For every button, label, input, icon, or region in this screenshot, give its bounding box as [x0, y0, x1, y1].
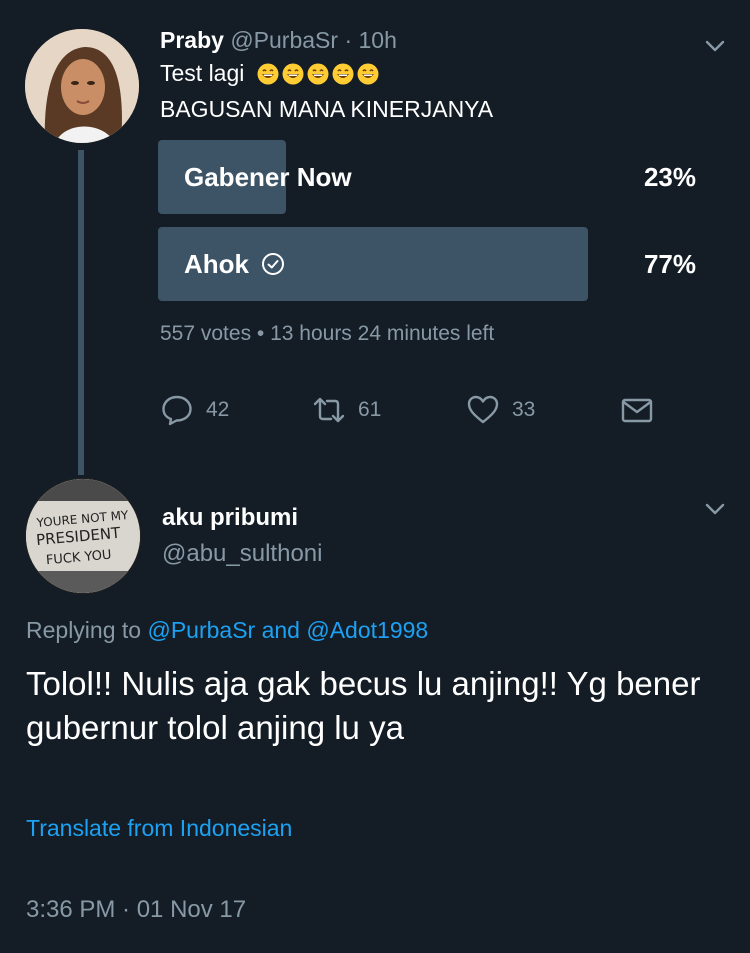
- reply-text: Tolol!! Nulis aja gak becus lu anjing!! …: [26, 665, 701, 746]
- reply-count: 42: [206, 398, 230, 421]
- separator: ·: [344, 27, 353, 53]
- poll-option-percent: 77%: [643, 249, 696, 279]
- reply-author-name[interactable]: aku pribumi: [162, 504, 298, 532]
- chevron-down-icon[interactable]: [703, 34, 727, 58]
- heart-icon: [467, 395, 499, 424]
- reply-author-handle[interactable]: @abu_sulthoni: [162, 540, 322, 568]
- reply-button[interactable]: 42: [160, 393, 229, 427]
- envelope-icon: [621, 398, 653, 423]
- like-button[interactable]: 33: [466, 393, 535, 427]
- retweet-button[interactable]: 61: [312, 393, 381, 427]
- poll-option-label: Gabener Now: [184, 162, 352, 192]
- author-handle[interactable]: @PurbaSr: [230, 27, 338, 53]
- replying-prefix: Replying to: [26, 617, 142, 643]
- reply-icon: [162, 395, 192, 426]
- direct-message-button[interactable]: [620, 393, 654, 427]
- replying-and: and: [261, 617, 300, 643]
- translate-link[interactable]: Translate from Indonesian: [26, 815, 292, 842]
- tweet-text-line1: Test lagi: [160, 60, 379, 87]
- check-circle-icon: [262, 253, 284, 275]
- poll-option-gabener-now[interactable]: Gabener Now 23%: [158, 140, 716, 214]
- chevron-down-icon[interactable]: [703, 497, 727, 521]
- grinning-emoji-icon: [282, 63, 304, 85]
- grinning-emoji-icon: [307, 63, 329, 85]
- tweet-time[interactable]: 10h: [359, 27, 397, 53]
- retweet-icon: [313, 397, 345, 423]
- author-name[interactable]: Praby: [160, 27, 224, 53]
- replying-user-link[interactable]: @Adot1998: [306, 617, 428, 643]
- grinning-emoji-icon: [357, 63, 379, 85]
- retweet-count: 61: [358, 398, 382, 421]
- like-count: 33: [512, 398, 536, 421]
- poll-option-label: Ahok: [184, 249, 249, 279]
- avatar-praby[interactable]: [25, 29, 139, 143]
- replying-to: Replying to @PurbaSr and @Adot1998: [26, 617, 428, 644]
- tweet-text: Test lagi: [160, 60, 245, 86]
- thread-line: [78, 150, 84, 475]
- poll-option-percent: 23%: [643, 162, 696, 192]
- grinning-emoji-icon: [257, 63, 279, 85]
- replying-user-link[interactable]: @PurbaSr: [147, 617, 255, 643]
- reply-timestamp[interactable]: 3:36 PM · 01 Nov 17: [26, 896, 246, 924]
- tweet-header: Praby @PurbaSr · 10h: [160, 27, 397, 54]
- poll-option-ahok[interactable]: Ahok 77%: [158, 227, 716, 301]
- emoji-group: [257, 63, 379, 85]
- avatar-aku-pribumi[interactable]: YOURE NOT MY PRESIDENT FUCK YOU: [25, 478, 141, 594]
- poll-meta: 557 votes • 13 hours 24 minutes left: [160, 322, 495, 345]
- tweet-text-line2: BAGUSAN MANA KINERJANYA: [160, 96, 494, 122]
- grinning-emoji-icon: [332, 63, 354, 85]
